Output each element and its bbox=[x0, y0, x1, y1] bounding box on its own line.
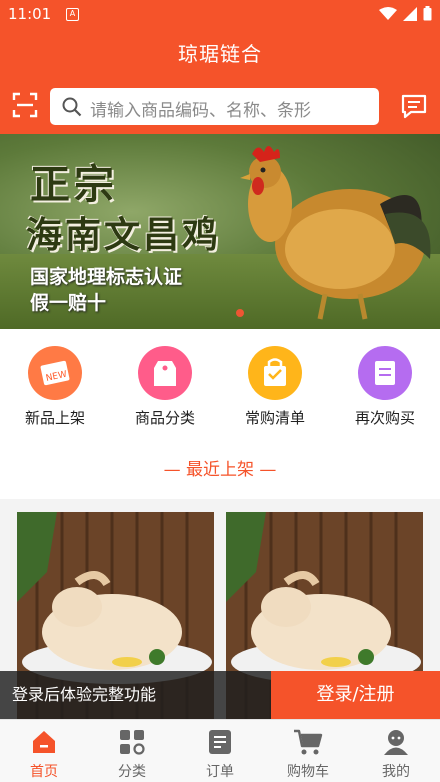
recent-section-header: — 最近上架 — bbox=[0, 453, 440, 499]
tag-icon bbox=[138, 346, 192, 400]
quick-label: 再次购买 bbox=[354, 409, 415, 427]
order-icon bbox=[209, 730, 231, 754]
bag-icon bbox=[248, 346, 302, 400]
bottom-tab-bar: 首页 分类 订单 购物车 我的 bbox=[0, 719, 440, 782]
signal-icon bbox=[403, 6, 417, 21]
cart-icon bbox=[294, 729, 323, 755]
app-bar: 琼琚链合 bbox=[0, 30, 440, 78]
tab-cart[interactable]: 购物车 bbox=[264, 720, 352, 782]
banner-indicator[interactable] bbox=[236, 309, 244, 317]
banner-line-1: 正宗 bbox=[30, 162, 118, 208]
search-placeholder: 请输入商品编码、名称、条形 bbox=[90, 101, 311, 121]
promo-banner[interactable]: 正宗 海南文昌鸡 国家地理标志认证 假一赔十 bbox=[0, 134, 440, 329]
status-bar: 11:01 A bbox=[0, 0, 440, 30]
battery-icon bbox=[423, 6, 432, 21]
home-icon bbox=[33, 731, 55, 753]
search-input[interactable]: 请输入商品编码、名称、条形 bbox=[50, 88, 379, 125]
message-icon[interactable] bbox=[400, 92, 428, 120]
chicken-illustration bbox=[240, 146, 431, 320]
quick-label: 常购清单 bbox=[244, 409, 305, 427]
tab-profile[interactable]: 我的 bbox=[352, 720, 440, 782]
quick-label: 商品分类 bbox=[134, 409, 195, 427]
status-time: 11:01 bbox=[8, 5, 52, 23]
app-title: 琼琚链合 bbox=[178, 42, 262, 66]
category-icon bbox=[120, 730, 145, 755]
list-icon bbox=[358, 346, 412, 400]
banner-line-4: 假一赔十 bbox=[30, 292, 107, 314]
search-icon bbox=[62, 97, 82, 117]
quick-label: 新品上架 bbox=[24, 409, 85, 427]
quick-frequent-list[interactable]: 常购清单 bbox=[220, 329, 330, 453]
tab-label: 首页 bbox=[30, 764, 58, 780]
quick-actions: NEW 新品上架 商品分类 常购清单 再次购买 bbox=[0, 329, 440, 453]
notification-icon: A bbox=[66, 8, 79, 21]
tab-category[interactable]: 分类 bbox=[88, 720, 176, 782]
new-tag-icon: NEW bbox=[28, 346, 82, 400]
scan-icon[interactable] bbox=[12, 92, 38, 118]
tab-label: 订单 bbox=[206, 764, 234, 780]
tab-home[interactable]: 首页 bbox=[0, 720, 88, 782]
section-title: — 最近上架 — bbox=[163, 460, 277, 480]
profile-icon bbox=[384, 730, 408, 755]
login-prompt-bar: 登录后体验完整功能 登录/注册 bbox=[0, 671, 440, 719]
login-register-button[interactable]: 登录/注册 bbox=[271, 671, 440, 719]
quick-buy-again[interactable]: 再次购买 bbox=[330, 329, 440, 453]
system-icons bbox=[379, 6, 432, 21]
tab-orders[interactable]: 订单 bbox=[176, 720, 264, 782]
quick-new-arrivals[interactable]: NEW 新品上架 bbox=[0, 329, 110, 453]
login-tip: 登录后体验完整功能 bbox=[0, 671, 271, 719]
tab-label: 分类 bbox=[118, 764, 146, 780]
banner-line-2: 海南文昌鸡 bbox=[26, 215, 222, 256]
quick-categories[interactable]: 商品分类 bbox=[110, 329, 220, 453]
banner-line-3: 国家地理标志认证 bbox=[30, 266, 183, 288]
search-row: 请输入商品编码、名称、条形 bbox=[0, 78, 440, 134]
tab-label: 购物车 bbox=[287, 764, 329, 780]
tab-label: 我的 bbox=[382, 764, 410, 780]
wifi-icon bbox=[379, 6, 397, 20]
